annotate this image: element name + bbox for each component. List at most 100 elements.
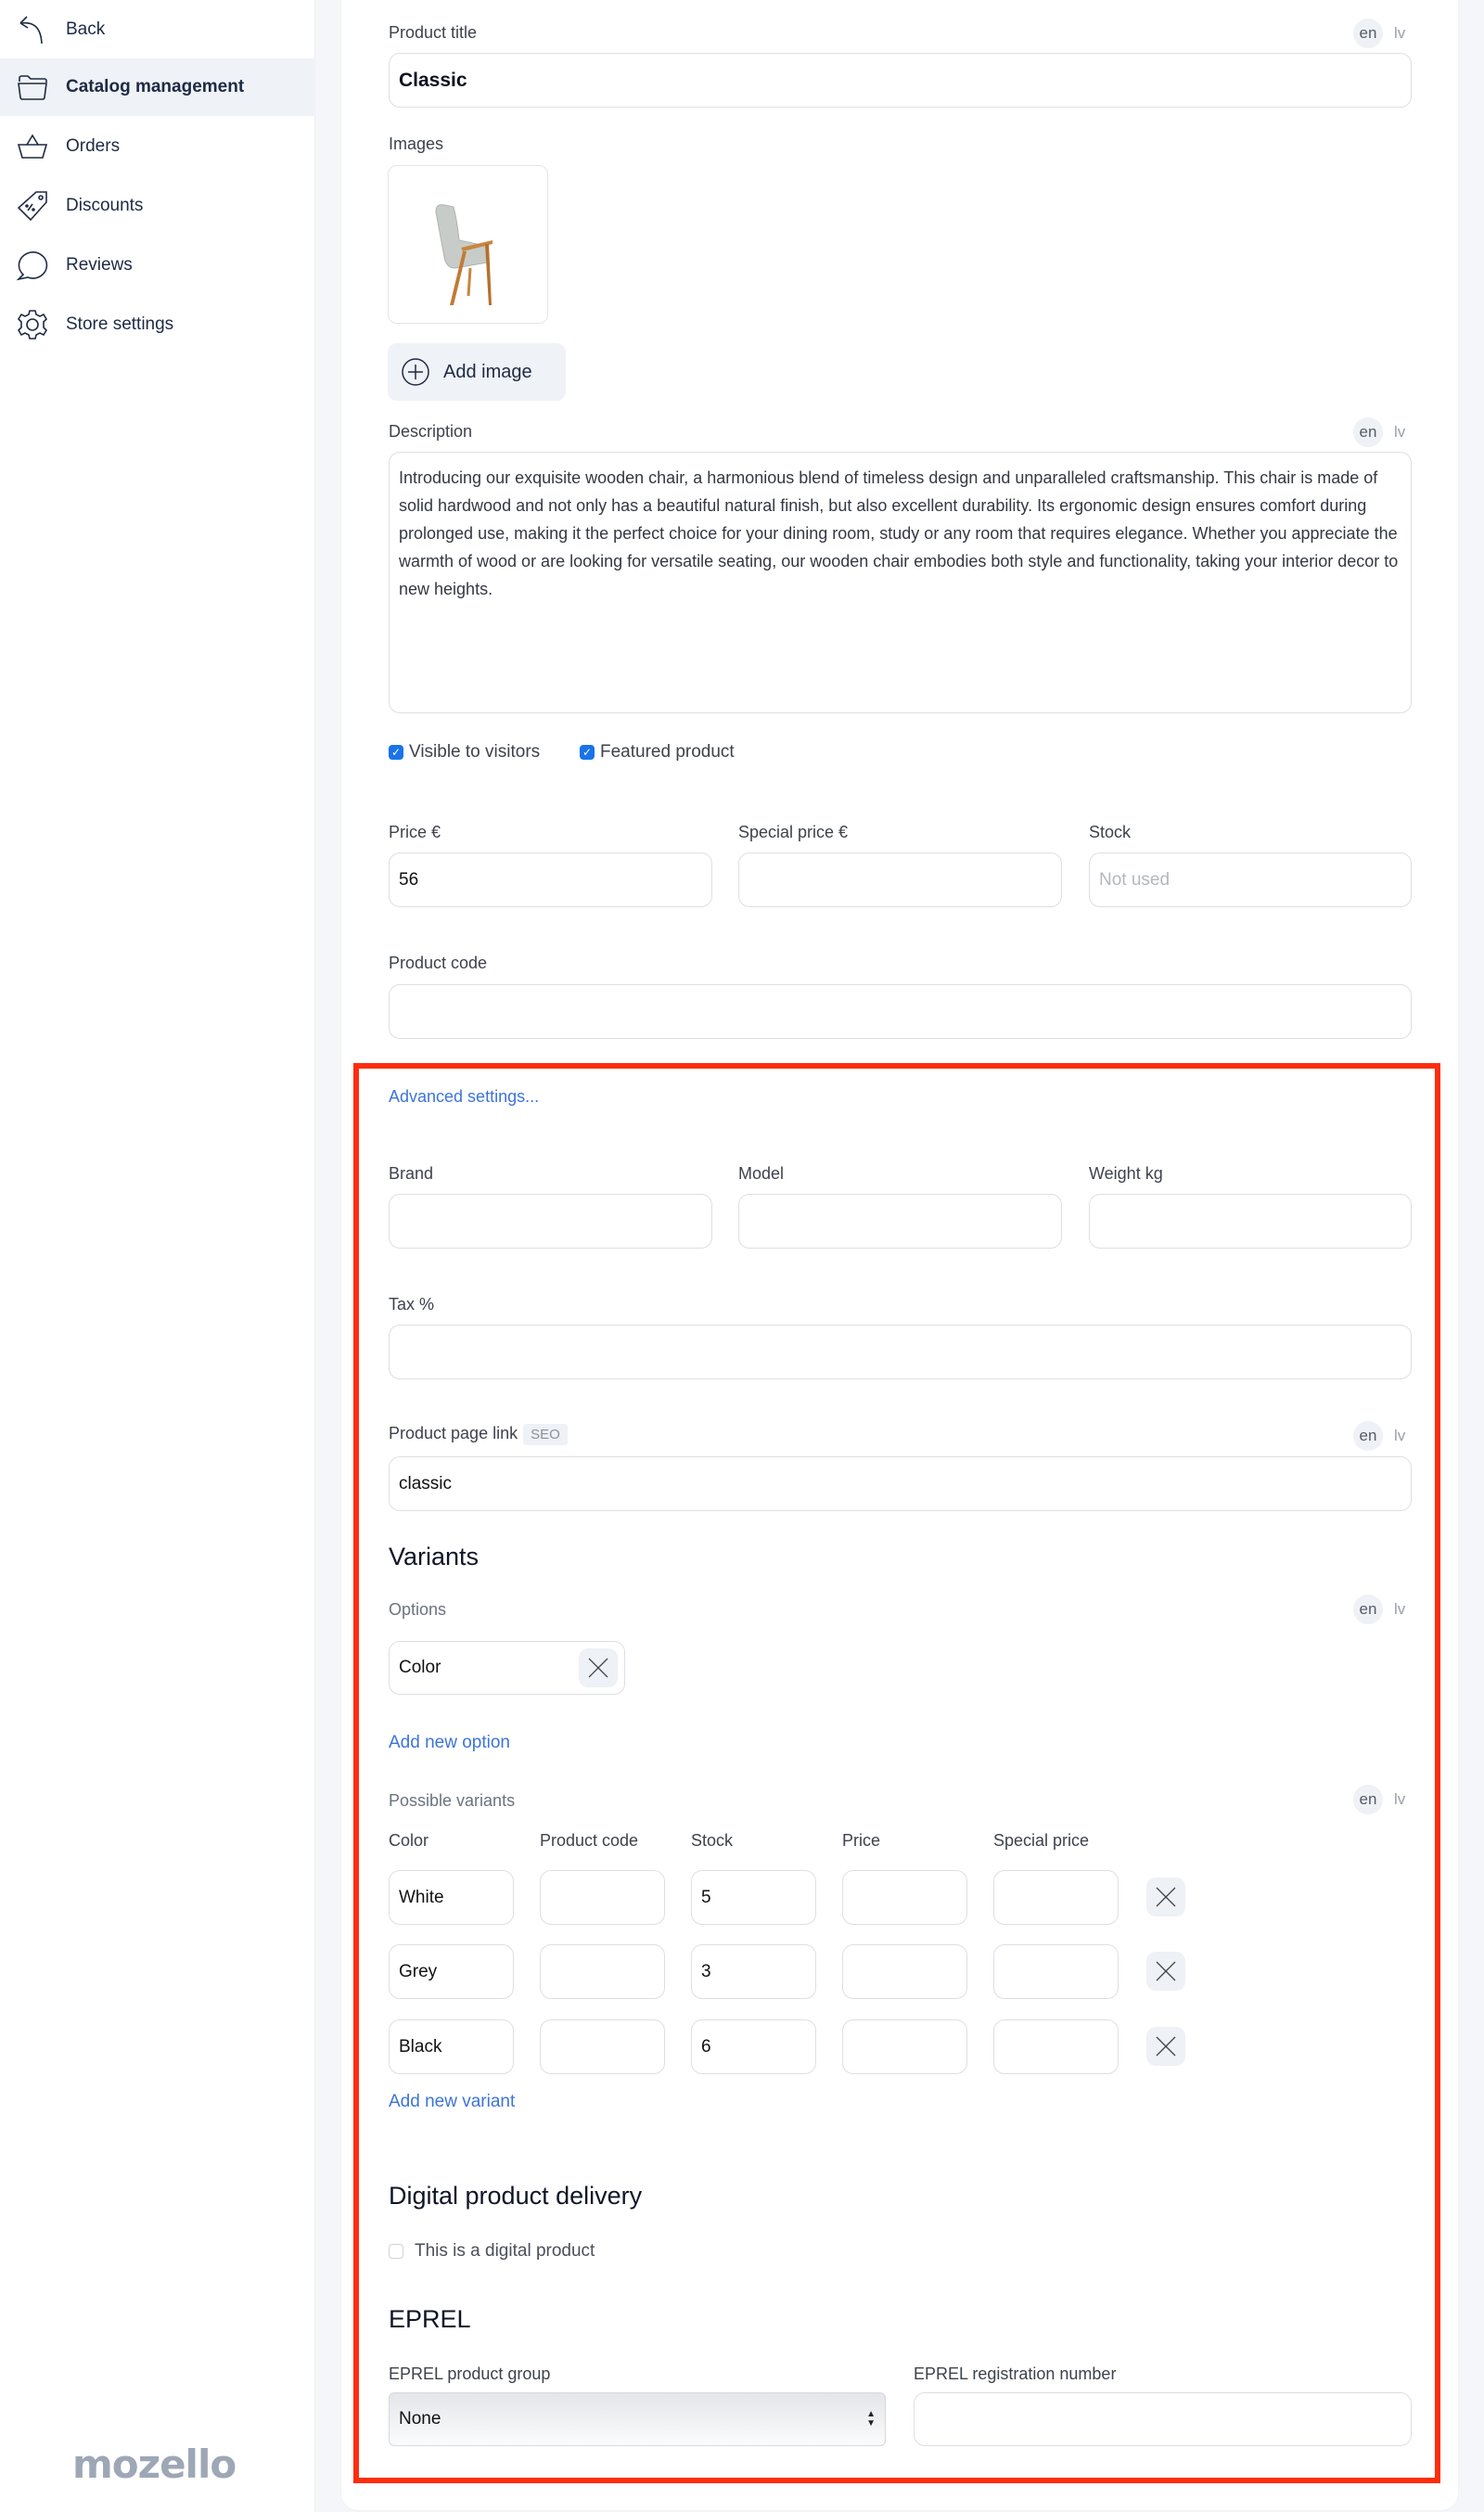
language-switcher: en lv: [1353, 19, 1405, 48]
variants-heading: Variants: [389, 1543, 480, 1570]
column-header-price: Price: [842, 1831, 881, 1850]
sidebar-item-label: Discounts: [66, 196, 144, 215]
eprel-group-select[interactable]: None ▲ ▼: [389, 2392, 886, 2446]
sidebar-item-label: Catalog management: [66, 77, 245, 96]
variant-price-input[interactable]: [842, 2019, 967, 2074]
possible-variants-label: Possible variants: [389, 1791, 516, 1810]
variant-product-code-input[interactable]: [540, 1944, 665, 1999]
price-label: Price €: [389, 823, 441, 841]
lang-en-button[interactable]: en: [1353, 417, 1383, 447]
price-input[interactable]: 56: [389, 852, 712, 907]
speech-bubble-icon: [16, 249, 49, 282]
sidebar-item-back[interactable]: Back: [0, 1, 315, 58]
basket-icon: [16, 130, 49, 163]
remove-variant-button[interactable]: [1146, 2027, 1185, 2066]
lang-lv-button[interactable]: lv: [1394, 1427, 1405, 1445]
checkbox-checked-icon: ✓: [580, 745, 595, 760]
lang-en-button[interactable]: en: [1353, 19, 1383, 48]
sidebar: Back Catalog management Orders Discounts…: [0, 0, 315, 2512]
advanced-settings-link[interactable]: Advanced settings...: [389, 1087, 539, 1107]
model-input[interactable]: [738, 1194, 1062, 1249]
close-icon: [1156, 2036, 1176, 2057]
variant-price-input[interactable]: [842, 1870, 967, 1925]
eprel-group-value: None: [399, 2409, 441, 2429]
column-header-stock: Stock: [691, 1831, 734, 1850]
stock-input[interactable]: Not used: [1089, 852, 1412, 907]
product-page-link-text: Product page link: [389, 1424, 518, 1442]
checkbox-checked-icon: ✓: [389, 745, 403, 760]
variant-product-code-input[interactable]: [540, 2019, 665, 2074]
variant-special-price-input[interactable]: [993, 2019, 1119, 2074]
language-switcher: en lv: [1353, 417, 1405, 447]
option-value: Color: [399, 1658, 441, 1677]
chair-image: [435, 204, 493, 305]
description-label: Description: [389, 422, 473, 441]
weight-input[interactable]: [1089, 1194, 1412, 1249]
remove-option-button[interactable]: [579, 1648, 618, 1687]
lang-en-button[interactable]: en: [1353, 1421, 1383, 1451]
lang-en-button[interactable]: en: [1353, 1595, 1383, 1624]
digital-product-checkbox[interactable]: This is a digital product: [389, 2241, 595, 2262]
lang-lv-button[interactable]: lv: [1394, 24, 1405, 43]
language-switcher: en lv: [1353, 1785, 1405, 1814]
brand-label: Brand: [389, 1164, 434, 1183]
special-price-label: Special price €: [738, 823, 849, 841]
sidebar-item-label: Reviews: [66, 255, 133, 275]
back-arrow-icon: [16, 13, 49, 46]
variant-stock-input[interactable]: 6: [691, 2019, 816, 2074]
sidebar-item-label: Orders: [66, 136, 121, 156]
brand-input[interactable]: [389, 1194, 712, 1249]
special-price-input[interactable]: [738, 852, 1062, 907]
add-new-option-link[interactable]: Add new option: [389, 1733, 510, 1753]
digital-delivery-heading: Digital product delivery: [389, 2182, 643, 2210]
product-image-thumbnail[interactable]: [388, 165, 548, 324]
add-image-button[interactable]: Add image: [388, 343, 566, 401]
description-textarea[interactable]: Introducing our exquisite wooden chair, …: [389, 452, 1412, 713]
variant-product-code-input[interactable]: [540, 1870, 665, 1925]
select-arrows-icon: ▲ ▼: [866, 2409, 876, 2429]
featured-product-checkbox[interactable]: ✓ Featured product: [580, 742, 735, 763]
close-icon: [1156, 1961, 1176, 1981]
lang-en-button[interactable]: en: [1353, 1785, 1383, 1814]
variant-color-input[interactable]: White: [389, 1870, 514, 1925]
sidebar-item-reviews[interactable]: Reviews: [0, 237, 315, 294]
sidebar-item-discounts[interactable]: Discounts: [0, 177, 315, 235]
remove-variant-button[interactable]: [1146, 1952, 1185, 1991]
images-label: Images: [389, 135, 444, 153]
language-switcher: en lv: [1353, 1421, 1405, 1451]
eprel-registration-input[interactable]: [914, 2392, 1412, 2446]
variant-color-input[interactable]: Black: [389, 2019, 514, 2074]
product-code-input[interactable]: [389, 984, 1412, 1039]
variant-stock-input[interactable]: 3: [691, 1944, 816, 1999]
seo-badge: SEO: [523, 1424, 568, 1445]
checkbox-unchecked-icon: [389, 2244, 403, 2259]
sidebar-item-catalog-management[interactable]: Catalog management: [0, 58, 315, 116]
visible-to-visitors-label: Visible to visitors: [409, 742, 541, 762]
visible-to-visitors-checkbox[interactable]: ✓ Visible to visitors: [389, 742, 540, 763]
lang-lv-button[interactable]: lv: [1394, 1600, 1405, 1619]
variant-price-input[interactable]: [842, 1944, 967, 1999]
product-title-label: Product title: [389, 23, 478, 42]
variant-color-input[interactable]: Grey: [389, 1944, 514, 1999]
lang-lv-button[interactable]: lv: [1394, 423, 1405, 442]
language-switcher: en lv: [1353, 1595, 1405, 1624]
gear-icon: [16, 308, 49, 341]
column-header-special-price: Special price: [993, 1831, 1090, 1850]
variant-stock-input[interactable]: 5: [691, 1870, 816, 1925]
discount-tag-icon: [16, 189, 49, 223]
product-code-label: Product code: [389, 954, 488, 972]
product-title-input[interactable]: Classic: [389, 53, 1412, 108]
tax-input[interactable]: [389, 1325, 1412, 1379]
sidebar-item-store-settings[interactable]: Store settings: [0, 296, 315, 353]
add-new-variant-link[interactable]: Add new variant: [389, 2092, 515, 2112]
sidebar-item-orders[interactable]: Orders: [0, 118, 315, 175]
column-header-color: Color: [389, 1831, 429, 1850]
sidebar-item-label: Back: [66, 19, 106, 39]
lang-lv-button[interactable]: lv: [1394, 1790, 1405, 1809]
sidebar-item-label: Store settings: [66, 314, 174, 334]
variant-special-price-input[interactable]: [993, 1870, 1119, 1925]
remove-variant-button[interactable]: [1146, 1878, 1185, 1916]
mozello-logo: mozello: [72, 2442, 237, 2487]
product-page-link-input[interactable]: classic: [389, 1456, 1412, 1511]
variant-special-price-input[interactable]: [993, 1944, 1119, 1999]
